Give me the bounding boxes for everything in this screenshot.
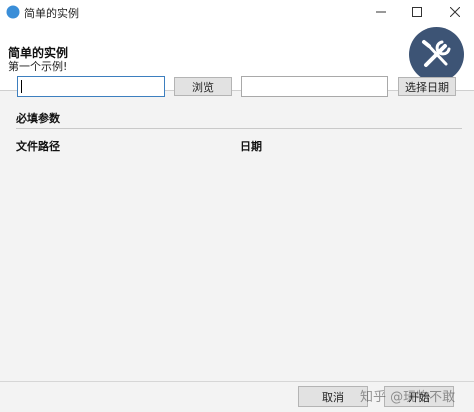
watermark: 知乎 @玩物不敢 (360, 390, 456, 405)
maximize-button[interactable] (400, 0, 434, 24)
form-panel: 必填参数 文件路径 日期 (0, 91, 474, 381)
section-title: 必填参数 (16, 112, 60, 125)
tools-icon (422, 40, 451, 67)
pick-date-button[interactable]: 选择日期 (398, 77, 456, 96)
section-divider (16, 128, 462, 129)
file-path-input[interactable] (17, 76, 165, 97)
title-bar: 简单的实例 (0, 0, 474, 24)
header-badge (409, 27, 464, 82)
minimize-icon (376, 11, 386, 13)
close-button[interactable] (438, 0, 472, 24)
file-path-label: 文件路径 (16, 140, 60, 153)
date-label: 日期 (240, 140, 262, 153)
app-logo-icon (6, 5, 20, 19)
maximize-icon (412, 7, 422, 17)
header-subtitle: 第一个示例! (8, 60, 68, 73)
close-icon (450, 7, 460, 17)
browse-button[interactable]: 浏览 (174, 77, 232, 96)
cancel-button[interactable]: 取消 (298, 386, 368, 407)
date-input[interactable] (241, 76, 388, 97)
minimize-button[interactable] (364, 0, 398, 24)
window-title: 简单的实例 (24, 7, 79, 20)
text-caret (21, 80, 22, 93)
